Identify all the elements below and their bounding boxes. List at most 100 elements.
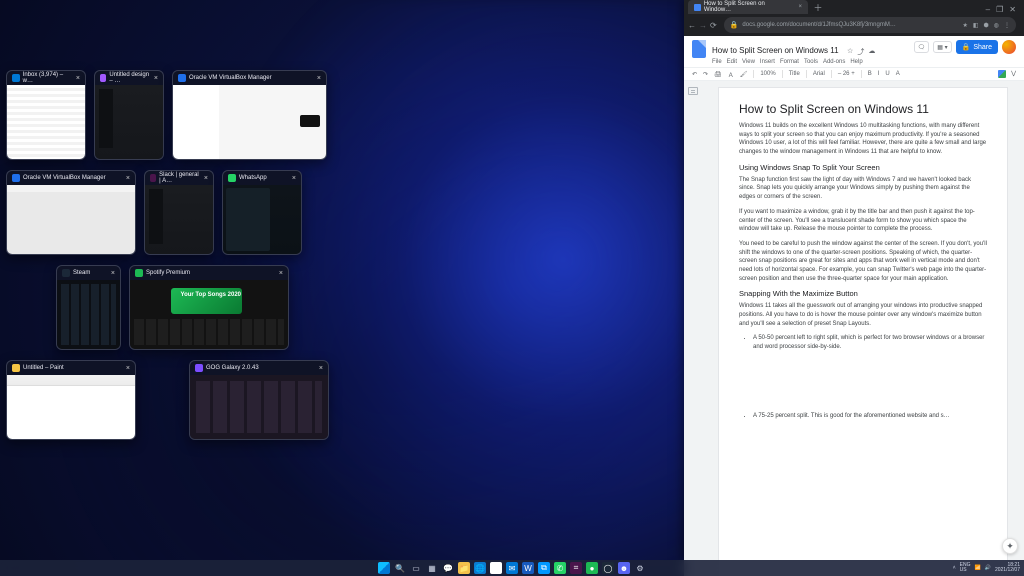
print-icon[interactable]: 🖨 — [714, 71, 722, 78]
chat-icon[interactable]: 💬 — [442, 562, 454, 574]
move-icon[interactable]: ⤴ — [857, 47, 864, 57]
browser-tab-active[interactable]: How to Split Screen on Window… × — [688, 0, 808, 14]
word-icon[interactable]: W — [522, 562, 534, 574]
document-page[interactable]: How to Split Screen on Windows 11 Window… — [718, 87, 1008, 576]
doc-h1[interactable]: How to Split Screen on Windows 11 — [739, 102, 987, 116]
minimize-button[interactable]: – — [986, 5, 990, 14]
maximize-button[interactable]: ❐ — [996, 5, 1003, 14]
menu-tools[interactable]: Tools — [804, 59, 818, 65]
extension-icon[interactable]: ⬢ — [984, 22, 989, 29]
close-icon[interactable]: × — [126, 365, 130, 372]
snap-tile[interactable]: Untitled – Paint × — [6, 360, 136, 440]
steam-icon[interactable]: ◯ — [602, 562, 614, 574]
text-color-button[interactable]: A — [896, 71, 900, 77]
style-select[interactable]: Title — [789, 71, 800, 77]
doc-para[interactable]: The Snap function first saw the light of… — [739, 176, 987, 202]
undo-icon[interactable]: ↶ — [692, 71, 697, 78]
close-icon[interactable]: × — [279, 270, 283, 277]
task-view-icon[interactable]: ▭ — [410, 562, 422, 574]
extension-icon[interactable]: ◧ — [973, 22, 979, 29]
close-icon[interactable]: × — [154, 75, 158, 82]
editing-mode-icon[interactable] — [998, 70, 1006, 78]
menu-insert[interactable]: Insert — [760, 59, 775, 65]
explore-button[interactable]: ✦ — [1002, 538, 1018, 554]
snap-tile[interactable]: Oracle VM VirtualBox Manager × — [172, 70, 327, 160]
snap-tile[interactable]: Untitled design – … × — [94, 70, 164, 160]
menu-addons[interactable]: Add-ons — [823, 59, 845, 65]
close-icon[interactable]: × — [76, 75, 80, 82]
tray-language[interactable]: ENG US — [960, 563, 971, 573]
menu-edit[interactable]: Edit — [727, 59, 737, 65]
close-icon[interactable]: × — [317, 75, 321, 82]
snap-tile[interactable]: Slack | general | A… × — [144, 170, 214, 255]
docs-document-title[interactable]: How to Split Screen on Windows 11 — [712, 46, 839, 55]
toolbar-chevron-icon[interactable]: ⋁ — [1011, 70, 1016, 78]
snap-tile[interactable]: Oracle VM VirtualBox Manager × — [6, 170, 136, 255]
explorer-icon[interactable]: 📁 — [458, 562, 470, 574]
snap-tile[interactable]: Inbox (3,974) – w… × — [6, 70, 86, 160]
star-icon[interactable]: ☆ — [847, 47, 853, 57]
docs-logo-icon[interactable] — [692, 40, 706, 58]
doc-para[interactable]: If you want to maximize a window, grab i… — [739, 208, 987, 234]
menu-format[interactable]: Format — [780, 59, 799, 65]
address-bar[interactable]: 🔒 docs.google.com/document/d/1JfmsQJu3K8… — [724, 17, 1016, 33]
paint-format-icon[interactable]: 🖌 — [740, 71, 748, 78]
font-size-input[interactable]: – 26 + — [838, 71, 855, 77]
whatsapp-icon[interactable]: ✆ — [554, 562, 566, 574]
bold-button[interactable]: B — [868, 71, 872, 77]
tray-chevron-icon[interactable]: ˄ — [953, 565, 956, 571]
slack-icon[interactable]: ⌗ — [570, 562, 582, 574]
close-icon[interactable]: × — [126, 175, 130, 182]
spellcheck-icon[interactable]: Ａ — [728, 70, 734, 79]
nav-back-icon[interactable]: ← — [688, 21, 696, 30]
widgets-icon[interactable]: ▦ — [426, 562, 438, 574]
doc-h2[interactable]: Snapping With the Maximize Button — [739, 289, 987, 298]
spotify-icon[interactable]: ● — [586, 562, 598, 574]
snap-tile[interactable]: Spotify Premium × Your Top Songs 2020 — [129, 265, 289, 350]
volume-icon[interactable]: 🔊 — [985, 565, 991, 571]
doc-para[interactable]: Windows 11 takes all the guesswork out o… — [739, 302, 987, 328]
underline-button[interactable]: U — [885, 71, 889, 77]
close-icon[interactable]: × — [319, 365, 323, 372]
account-avatar[interactable] — [1002, 40, 1016, 54]
close-icon[interactable]: × — [111, 270, 115, 277]
close-icon[interactable]: × — [292, 175, 296, 182]
close-icon[interactable]: × — [204, 175, 208, 182]
snap-tile[interactable]: Steam × — [56, 265, 121, 350]
snap-tile[interactable]: WhatsApp × — [222, 170, 302, 255]
tab-close-icon[interactable]: × — [798, 4, 802, 10]
edge-icon[interactable]: 🌐 — [474, 562, 486, 574]
doc-para[interactable]: Windows 11 builds on the excellent Windo… — [739, 122, 987, 157]
share-button[interactable]: 🔒 Share — [956, 40, 998, 54]
italic-button[interactable]: I — [878, 71, 880, 77]
menu-help[interactable]: Help — [850, 59, 862, 65]
window-close-button[interactable]: ✕ — [1009, 5, 1016, 14]
new-tab-button[interactable]: ＋ — [812, 1, 824, 14]
start-icon[interactable] — [378, 562, 390, 574]
outline-toggle-icon[interactable] — [688, 87, 698, 95]
nav-forward-icon[interactable]: → — [699, 21, 707, 30]
nav-reload-icon[interactable]: ⟳ — [710, 21, 717, 30]
redo-icon[interactable]: ↷ — [703, 71, 708, 78]
clock[interactable]: 18:21 2021/12/07 — [995, 563, 1020, 573]
doc-list-item[interactable]: A 75-25 percent split. This is good for … — [753, 412, 987, 421]
present-icon[interactable]: ▦ ▾ — [933, 41, 951, 53]
comment-history-icon[interactable]: 🗨 — [914, 41, 930, 53]
settings-icon[interactable]: ⚙ — [634, 562, 646, 574]
profile-icon[interactable]: ◍ — [994, 22, 999, 29]
search-icon[interactable]: 🔍 — [394, 562, 406, 574]
doc-h2[interactable]: Using Windows Snap To Split Your Screen — [739, 163, 987, 172]
zoom-select[interactable]: 100% — [760, 71, 775, 77]
doc-para[interactable]: You need to be careful to push the windo… — [739, 240, 987, 283]
menu-view[interactable]: View — [742, 59, 755, 65]
vscode-icon[interactable]: ⧉ — [538, 562, 550, 574]
font-select[interactable]: Arial — [813, 71, 825, 77]
doc-list-item[interactable]: A 50-50 percent left to right split, whi… — [753, 334, 987, 351]
chrome-icon[interactable]: ◉ — [490, 562, 502, 574]
menu-file[interactable]: File — [712, 59, 722, 65]
network-icon[interactable]: 📶 — [975, 565, 981, 571]
mail-icon[interactable]: ✉ — [506, 562, 518, 574]
snap-tile[interactable]: GOG Galaxy 2.0.43 × — [189, 360, 329, 440]
discord-icon[interactable]: ☻ — [618, 562, 630, 574]
extension-icon[interactable]: ★ — [962, 22, 967, 29]
